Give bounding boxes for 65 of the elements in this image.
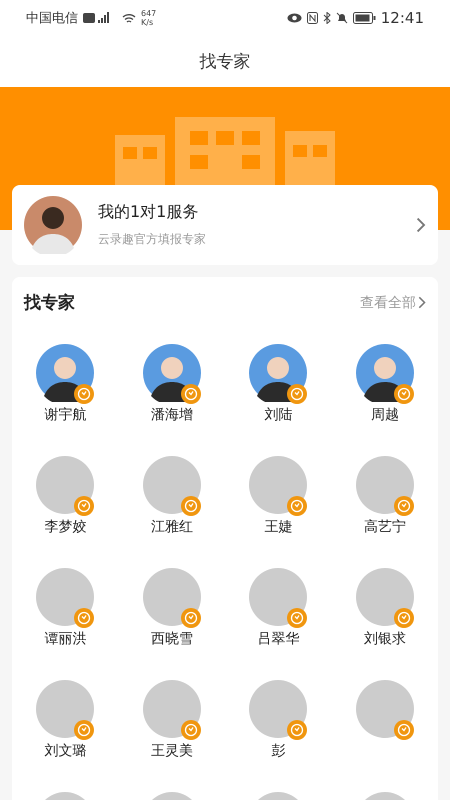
verified-badge-icon	[394, 384, 414, 404]
verified-badge-icon	[74, 608, 94, 628]
profile-avatar-icon	[24, 196, 82, 254]
chevron-icon	[418, 296, 426, 309]
avatar-icon	[36, 680, 94, 738]
avatar-icon	[36, 568, 94, 626]
avatar-icon	[356, 680, 414, 738]
network-speed: 647	[141, 9, 156, 18]
avatar-icon	[249, 568, 308, 626]
speed-unit: K/s	[141, 18, 154, 27]
avatar-icon	[36, 456, 94, 514]
verified-badge-icon	[180, 496, 201, 516]
verified-badge-icon	[287, 720, 308, 740]
verified-badge-icon	[394, 720, 414, 740]
page-title: 找专家	[200, 51, 250, 73]
avatar-icon	[356, 456, 414, 514]
expert-name[interactable]: 江雅红	[150, 518, 193, 536]
verified-badge-icon	[394, 496, 414, 516]
expert-name[interactable]: 周越	[370, 406, 399, 424]
expert-name[interactable]: 西晓雪	[150, 630, 193, 648]
verified-badge-icon	[180, 720, 201, 740]
nfc-icon	[306, 12, 318, 24]
battery-icon	[352, 12, 376, 24]
avatar-icon	[356, 568, 414, 626]
expert-name[interactable]: 李梦姣	[44, 518, 86, 536]
eye-icon	[286, 13, 302, 23]
expert-name[interactable]: 潘海增	[150, 406, 193, 424]
clock-time: 12:41	[380, 9, 424, 27]
expert-name[interactable]: 刘银求	[364, 630, 406, 648]
avatar-icon	[356, 344, 414, 402]
expert-name[interactable]: 彭	[271, 742, 286, 760]
chevron-icon	[416, 217, 426, 233]
wifi-icon	[122, 12, 136, 24]
verified-badge-icon	[287, 496, 308, 516]
carrier-name: 中国电信	[26, 10, 78, 27]
service-title: 我的1对1服务	[98, 202, 200, 223]
expert-name[interactable]: 刘陆	[264, 406, 292, 424]
verified-badge-icon	[394, 608, 414, 628]
expert-name[interactable]: 吕翠华	[257, 630, 300, 648]
expert-name[interactable]: 王婕	[264, 518, 292, 536]
verified-badge-icon	[74, 720, 94, 740]
verified-badge-icon	[74, 496, 94, 516]
bluetooth-icon	[322, 12, 331, 24]
expert-name[interactable]: 刘文璐	[44, 742, 86, 760]
service-subtitle: 云录趣官方填报专家	[98, 231, 207, 248]
avatar-icon	[142, 568, 201, 626]
avatar-icon	[142, 456, 201, 514]
expert-name[interactable]: 谢宇航	[44, 406, 86, 424]
avatar-icon	[249, 456, 308, 514]
avatar-icon	[142, 680, 201, 738]
section-title: 找专家	[24, 292, 75, 314]
verified-badge-icon	[287, 608, 308, 628]
expert-name[interactable]: 王灵美	[150, 742, 193, 760]
expert-name[interactable]: 高艺宁	[364, 518, 406, 536]
avatar-icon	[36, 344, 94, 402]
verified-badge-icon	[180, 384, 201, 404]
muted-bell-icon	[336, 12, 348, 24]
verified-badge-icon	[287, 384, 308, 404]
service-card[interactable]: 我的1对1服务 云录趣官方填报专家	[12, 185, 438, 265]
avatar-icon	[142, 344, 201, 402]
avatar-icon	[249, 344, 308, 402]
avatar-icon	[249, 680, 308, 738]
verified-badge-icon	[74, 384, 94, 404]
verified-badge-icon	[180, 608, 201, 628]
expert-name[interactable]: 谭丽洪	[44, 630, 86, 648]
